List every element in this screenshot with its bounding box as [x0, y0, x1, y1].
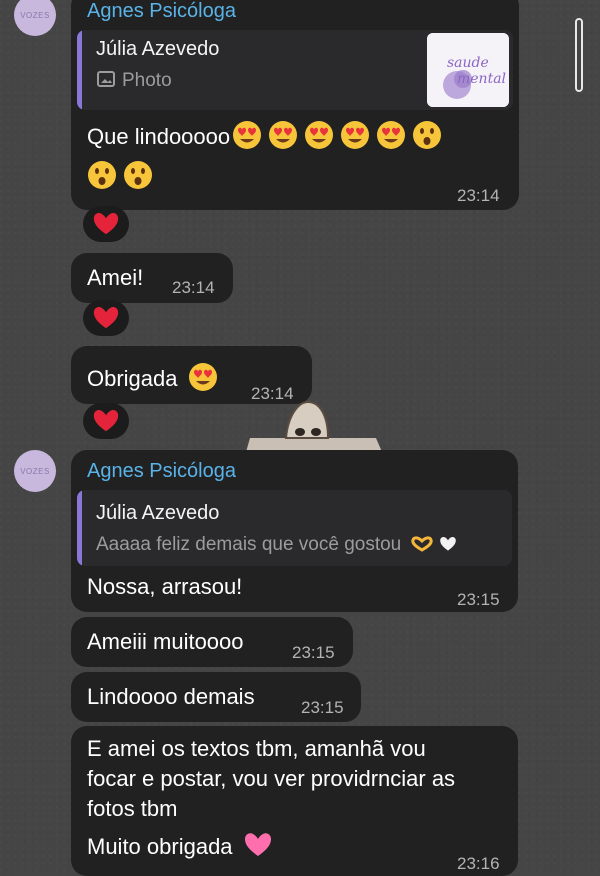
message-bubble[interactable]: Obrigada 23:14 [71, 346, 312, 404]
red-heart-icon [93, 410, 119, 432]
message-text-line: fotos tbm [87, 796, 178, 821]
message-time: 23:14 [172, 278, 215, 297]
message-text-line-2 [87, 160, 159, 190]
reaction-badge[interactable] [83, 300, 129, 336]
thumbnail-image: saude mental [427, 33, 509, 107]
reply-preview[interactable]: Júlia Azevedo Aaaaa feliz demais que voc… [77, 490, 512, 566]
heart-eyes-emoji [377, 121, 406, 149]
message-text-line: Muito obrigada [87, 830, 279, 860]
heart-eyes-emoji [305, 121, 334, 149]
reply-bar [77, 490, 82, 566]
message-bubble[interactable]: Amei! 23:14 [71, 253, 233, 303]
reply-text-row: Photo [96, 70, 172, 92]
scrollbar[interactable] [575, 18, 583, 92]
reply-thumbnail[interactable]: saude mental [427, 33, 509, 107]
avatar[interactable]: VOZES [14, 0, 56, 36]
message-text: Nossa, arrasou! [87, 574, 243, 599]
message-time: 23:15 [301, 698, 344, 717]
message-text-line: E amei os textos tbm, amanhã vou [87, 736, 426, 761]
thumbnail-word-1: saude [447, 55, 489, 71]
message-text-line: focar e postar, vou ver providrnciar as [87, 766, 456, 791]
heart-eyes-emoji [341, 121, 370, 149]
sender-name[interactable]: Agnes Psicóloga [87, 0, 236, 23]
message-bubble[interactable]: Agnes Psicóloga Júlia Azevedo Aaaaa feli… [71, 450, 518, 612]
surprised-emoji [88, 161, 116, 189]
message-text: Amei! [87, 265, 144, 290]
photo-icon [97, 71, 115, 87]
red-heart-icon [93, 213, 119, 235]
reaction-badge[interactable] [83, 403, 129, 439]
reply-text: Aaaaa feliz demais que você gostou [96, 534, 402, 555]
reply-author: Júlia Azevedo [96, 38, 220, 60]
surprised-emoji [124, 161, 152, 189]
message-time: 23:15 [292, 643, 335, 662]
heart-eyes-emoji [188, 363, 217, 391]
surprised-emoji [413, 121, 442, 149]
message-text: Lindoooo demais [87, 684, 255, 709]
heart-eyes-emoji [233, 121, 262, 149]
message-bubble[interactable]: Lindoooo demais 23:15 [71, 672, 361, 722]
message-text: Ameiii muitoooo [87, 629, 244, 654]
white-heart-emoji [440, 536, 456, 551]
message-time: 23:14 [457, 186, 500, 205]
reply-bar [77, 30, 82, 110]
message-bubble[interactable]: E amei os textos tbm, amanhã vou focar e… [71, 726, 518, 876]
sender-name[interactable]: Agnes Psicóloga [87, 460, 236, 483]
message-bubble[interactable]: Agnes Psicóloga Júlia Azevedo Photo saud… [71, 0, 519, 210]
reply-text-row: Aaaaa feliz demais que você gostou [96, 534, 458, 556]
reply-text: Photo [122, 70, 172, 91]
sticker-image[interactable] [236, 398, 382, 452]
red-heart-icon [93, 307, 119, 329]
reply-preview[interactable]: Júlia Azevedo Photo saude mental [77, 30, 513, 110]
message-time: 23:15 [457, 590, 500, 609]
thumbnail-word-2: mental [457, 71, 506, 87]
reaction-badge[interactable] [83, 206, 129, 242]
message-time: 23:16 [457, 854, 500, 873]
message-text: Obrigada [87, 362, 224, 392]
message-text: Que lindooooo [87, 120, 448, 150]
reply-author: Júlia Azevedo [96, 502, 220, 524]
avatar[interactable]: VOZES [14, 450, 56, 492]
pink-heart-emoji [244, 833, 271, 856]
message-bubble[interactable]: Ameiii muitoooo 23:15 [71, 617, 353, 667]
heart-hands-emoji [410, 536, 433, 552]
heart-eyes-emoji [269, 121, 298, 149]
